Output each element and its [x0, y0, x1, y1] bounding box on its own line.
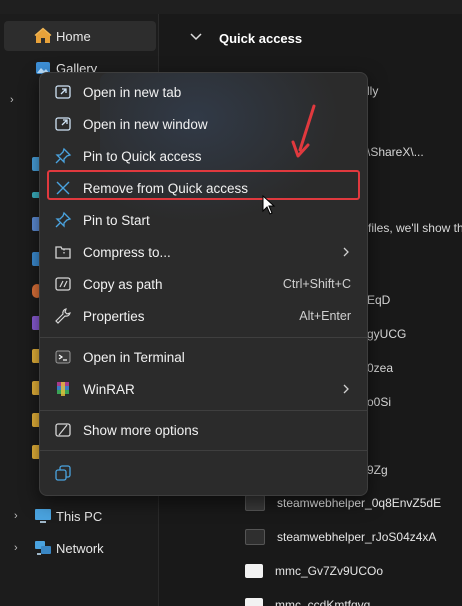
menu-item-label: WinRAR [83, 381, 135, 397]
sidebar-item-label: Network [56, 540, 104, 556]
sidebar-item-this-pc[interactable]: › This PC [4, 501, 156, 531]
image-icon [245, 598, 263, 606]
menu-item-label: Show more options [83, 422, 199, 438]
section-title: Quick access [219, 31, 303, 46]
chevron-right-icon [343, 247, 349, 257]
file-name: steamwebhelper_0q8EnvZ5dE [277, 496, 442, 510]
menu-item-label: Copy as path [83, 276, 163, 292]
zip-folder-icon [55, 246, 71, 259]
chevron-right-icon[interactable]: › [14, 511, 24, 522]
copy-icon[interactable] [54, 464, 72, 482]
menu-item-label: Pin to Quick access [83, 148, 202, 164]
list-item[interactable]: mmc_ccdKmtfqvq [245, 594, 370, 606]
menu-item-label: Open in new window [83, 116, 208, 132]
menu-item-label: Open in new tab [83, 84, 182, 100]
menu-item-label: Open in Terminal [83, 349, 185, 365]
menu-separator [40, 410, 367, 411]
list-item[interactable]: mmc_Gv7Zv9UCOo [245, 560, 383, 582]
sidebar-item-label: Home [56, 28, 91, 44]
shortcut-text: Ctrl+Shift+C [282, 277, 351, 291]
menu-item-compress[interactable]: Compress to... [46, 237, 361, 267]
sidebar-item-label: This PC [56, 508, 103, 524]
partial-text: files, we'll show th [368, 221, 462, 235]
chevron-right-icon [343, 384, 349, 394]
new-tab-icon [55, 85, 71, 99]
partial-text: 9Zg [367, 463, 388, 477]
menu-item-properties[interactable]: Properties Alt+Enter [46, 301, 361, 331]
menu-item-show-more-options[interactable]: Show more options [46, 415, 361, 445]
toolbar-strip [0, 0, 462, 15]
home-icon [34, 27, 52, 43]
copy-path-icon [55, 277, 71, 291]
menu-separator [40, 337, 367, 338]
partial-text: \ShareX\... [367, 145, 424, 159]
list-item[interactable]: steamwebhelper_rJoS04z4xA [245, 526, 436, 548]
menu-item-copy-path[interactable]: Copy as path Ctrl+Shift+C [46, 269, 361, 299]
menu-item-winrar[interactable]: WinRAR [46, 374, 361, 404]
menu-item-label: Properties [83, 308, 145, 324]
menu-item-label: Pin to Start [83, 212, 150, 228]
file-name: steamwebhelper_rJoS04z4xA [277, 530, 437, 544]
sidebar-item-home[interactable]: Home [4, 21, 156, 51]
partial-text: o0Si [367, 395, 392, 409]
computer-icon [35, 509, 51, 523]
app-icon [245, 529, 265, 545]
partial-text: EqD [367, 293, 391, 307]
file-name: mmc_ccdKmtfqvq [275, 598, 371, 606]
image-icon [245, 564, 263, 578]
terminal-icon [55, 350, 71, 364]
sidebar-item-network[interactable]: › Network [4, 533, 156, 563]
new-window-icon [55, 117, 71, 131]
partial-text: lly [367, 84, 379, 98]
chevron-right-icon[interactable]: › [14, 543, 24, 554]
file-explorer-window: Home Gallery › › This PC › Network Quick… [0, 0, 462, 606]
shortcut-text: Alt+Enter [299, 309, 351, 323]
menu-item-open-terminal[interactable]: Open in Terminal [46, 342, 361, 372]
app-icon [245, 495, 265, 511]
chevron-down-icon[interactable] [189, 30, 203, 44]
winrar-icon [57, 382, 69, 396]
partial-text: 0zea [367, 361, 394, 375]
partial-text: gyUCG [367, 327, 407, 341]
wrench-icon [55, 308, 71, 324]
file-name: mmc_Gv7Zv9UCOo [275, 564, 384, 578]
chevron-right-icon[interactable]: › [10, 95, 20, 106]
mouse-cursor-icon [262, 195, 276, 215]
annotation-arrow-icon [291, 104, 316, 158]
network-icon [35, 541, 51, 555]
pin-icon [55, 147, 72, 164]
menu-item-pin-start[interactable]: Pin to Start [46, 205, 361, 235]
highlight-box [47, 170, 360, 200]
pin-icon [55, 211, 72, 228]
menu-separator [40, 450, 367, 451]
menu-item-label: Compress to... [83, 244, 171, 260]
more-options-icon [55, 423, 71, 437]
